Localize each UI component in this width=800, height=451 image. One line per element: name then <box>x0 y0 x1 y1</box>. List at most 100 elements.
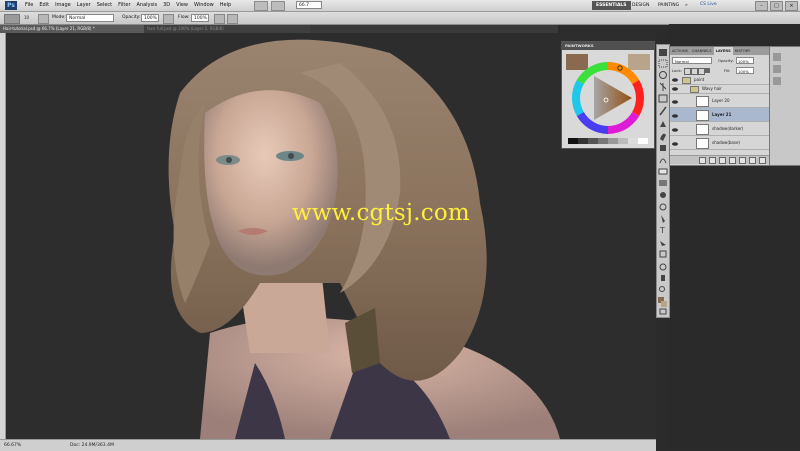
mini-bridge-icon[interactable] <box>271 1 285 11</box>
workspace-design-button[interactable]: DESIGN <box>628 1 653 10</box>
layer-row-layer-21-selected[interactable]: Layer 21 <box>670 108 770 122</box>
tab-actions[interactable]: ACTIONS <box>670 47 690 55</box>
hue-wheel[interactable] <box>568 60 648 136</box>
swatch[interactable] <box>588 138 598 144</box>
layer-opacity-field[interactable]: 100% <box>736 57 754 64</box>
swatch[interactable] <box>628 138 638 144</box>
minimize-icon[interactable]: – <box>755 1 768 11</box>
pressure-opacity-icon[interactable] <box>163 14 174 24</box>
eye-icon[interactable] <box>672 77 678 83</box>
menu-select[interactable]: Select <box>94 0 115 11</box>
workspace-more-button[interactable]: » <box>681 1 692 10</box>
move-icon[interactable] <box>659 49 667 56</box>
brush-size[interactable]: 10 <box>24 14 34 22</box>
type-icon[interactable]: T <box>659 226 665 235</box>
tab-face-full[interactable]: face full.psd @ 100% (Layer 2, RGB/8) <box>144 25 310 33</box>
lock-pixels-icon[interactable] <box>691 68 698 75</box>
layer-row-shadow-base[interactable]: shadow(base) <box>670 136 770 150</box>
shape-icon[interactable] <box>659 250 667 258</box>
menu-analysis[interactable]: Analysis <box>134 0 161 11</box>
marquee-icon[interactable] <box>658 59 668 68</box>
menu-filter[interactable]: Filter <box>115 0 133 11</box>
path-select-icon[interactable] <box>660 241 666 246</box>
layer-style-icon[interactable] <box>709 156 716 164</box>
hand-icon[interactable] <box>661 275 665 281</box>
flow-field[interactable]: 100% <box>191 14 209 22</box>
quick-mask-icon[interactable] <box>659 308 667 315</box>
menu-file[interactable]: File <box>22 0 36 11</box>
menu-edit[interactable]: Edit <box>36 0 52 11</box>
airbrush-icon[interactable] <box>214 14 225 24</box>
adjustment-layer-icon[interactable] <box>729 156 736 164</box>
status-zoom[interactable]: 66.67% <box>4 440 21 451</box>
layer-row-layer-20[interactable]: Layer 20 <box>670 94 770 108</box>
menu-3d[interactable]: 3D <box>160 0 173 11</box>
tab-hair-tutorial[interactable]: Hair-tutorial.psd @ 66.7% (Layer 21, RGB… <box>0 25 148 33</box>
tab-layers[interactable]: LAYERS <box>713 47 733 55</box>
swatch[interactable] <box>578 138 588 144</box>
swatch[interactable] <box>598 138 608 144</box>
swatch[interactable] <box>618 138 628 144</box>
opacity-field[interactable]: 100% <box>141 14 159 22</box>
zoom-icon[interactable] <box>659 286 665 292</box>
add-mask-icon[interactable] <box>719 156 726 164</box>
color-panel-icon[interactable] <box>773 53 781 61</box>
brush-tool-icon[interactable] <box>660 133 666 141</box>
menu-window[interactable]: Window <box>191 0 217 11</box>
quick-select-icon[interactable] <box>659 82 667 91</box>
maximize-icon[interactable]: □ <box>770 1 783 11</box>
zoom-select[interactable]: 66.7 <box>296 1 322 9</box>
adjustments-panel-icon[interactable] <box>773 77 781 85</box>
swatch[interactable] <box>608 138 618 144</box>
menu-view[interactable]: View <box>173 0 191 11</box>
tab-channels[interactable]: CHANNELS <box>690 47 714 55</box>
eye-icon[interactable] <box>672 125 678 132</box>
tab-history[interactable]: HISTORY <box>733 47 753 55</box>
new-layer-icon[interactable] <box>749 156 756 164</box>
healing-icon[interactable] <box>660 121 666 127</box>
eraser-icon[interactable] <box>658 168 668 175</box>
layer-row-shadow-darker[interactable]: shadow(darker) <box>670 122 770 136</box>
delete-layer-icon[interactable] <box>759 156 766 164</box>
swatches-panel-icon[interactable] <box>773 65 781 73</box>
layer-row-paint[interactable]: paint <box>670 76 770 85</box>
fill-field[interactable]: 100% <box>736 67 754 74</box>
dodge-icon[interactable] <box>659 203 667 211</box>
close-icon[interactable]: × <box>785 1 798 11</box>
eye-icon[interactable] <box>672 97 678 104</box>
lasso-icon[interactable] <box>659 71 667 79</box>
workspace-painting-button[interactable]: PAINTING <box>654 1 683 10</box>
swatch[interactable] <box>638 138 648 144</box>
brush-panel-toggle-icon[interactable] <box>38 14 49 24</box>
mode-select[interactable]: Normal <box>66 14 114 22</box>
lock-transparent-icon[interactable] <box>684 68 691 75</box>
blend-mode-select[interactable]: Normal <box>672 57 712 64</box>
eye-icon[interactable] <box>672 86 678 92</box>
background-color-swatch[interactable] <box>661 301 667 307</box>
workspace-essentials-button[interactable]: ESSENTIALS <box>592 1 631 10</box>
link-layers-icon[interactable] <box>699 156 706 164</box>
bridge-icon[interactable] <box>254 1 268 11</box>
eye-icon[interactable] <box>672 139 678 146</box>
crop-icon[interactable] <box>658 94 668 103</box>
pressure-size-icon[interactable] <box>227 14 238 24</box>
lock-position-icon[interactable] <box>698 68 705 75</box>
layer-row-wavy-hair[interactable]: Wavy hair <box>670 85 770 94</box>
brush-icon[interactable] <box>4 14 20 24</box>
history-brush-icon[interactable] <box>659 158 667 164</box>
gradient-icon[interactable] <box>659 180 667 186</box>
canvas[interactable] <box>0 33 656 439</box>
cs-live-button[interactable]: CS Live <box>700 2 717 7</box>
swatch[interactable] <box>568 138 578 144</box>
pen-icon[interactable] <box>661 215 665 223</box>
lock-all-icon[interactable] <box>705 68 710 73</box>
eye-icon[interactable] <box>672 111 678 118</box>
blur-icon[interactable] <box>660 192 666 198</box>
menu-layer[interactable]: Layer <box>74 0 94 11</box>
menu-help[interactable]: Help <box>217 0 234 11</box>
clone-stamp-icon[interactable] <box>660 145 666 151</box>
new-group-icon[interactable] <box>739 156 746 164</box>
3d-rotate-icon[interactable] <box>659 263 667 271</box>
menu-image[interactable]: Image <box>52 0 74 11</box>
eyedropper-icon[interactable] <box>659 106 667 116</box>
